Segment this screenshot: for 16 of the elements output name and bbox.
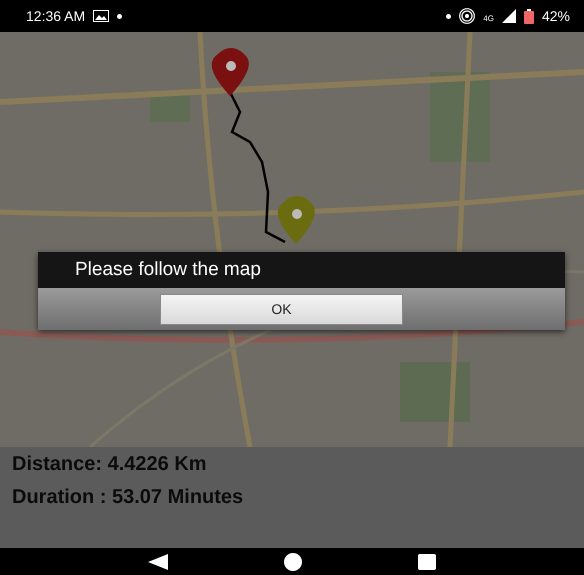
- dialog-message: Please follow the map: [75, 259, 261, 281]
- network-type: 4G: [483, 14, 494, 23]
- hotspot-icon: [459, 8, 476, 24]
- dot-icon: [117, 14, 122, 18]
- battery-icon: [524, 8, 534, 24]
- home-icon[interactable]: [284, 552, 302, 570]
- route-info-text: Distance: 4.4226 Km: [12, 453, 207, 476]
- route-info-text: Duration : 53.07 Minutes: [12, 486, 244, 509]
- battery-percent: 42%: [542, 8, 570, 24]
- recents-icon[interactable]: [418, 554, 436, 570]
- ok-button[interactable]: OK: [160, 294, 403, 324]
- status-time: 12:36 AM: [26, 8, 86, 24]
- dot-icon: [446, 14, 452, 18]
- image-icon: [93, 10, 110, 22]
- back-icon[interactable]: [148, 554, 168, 570]
- signal-icon: [502, 9, 516, 23]
